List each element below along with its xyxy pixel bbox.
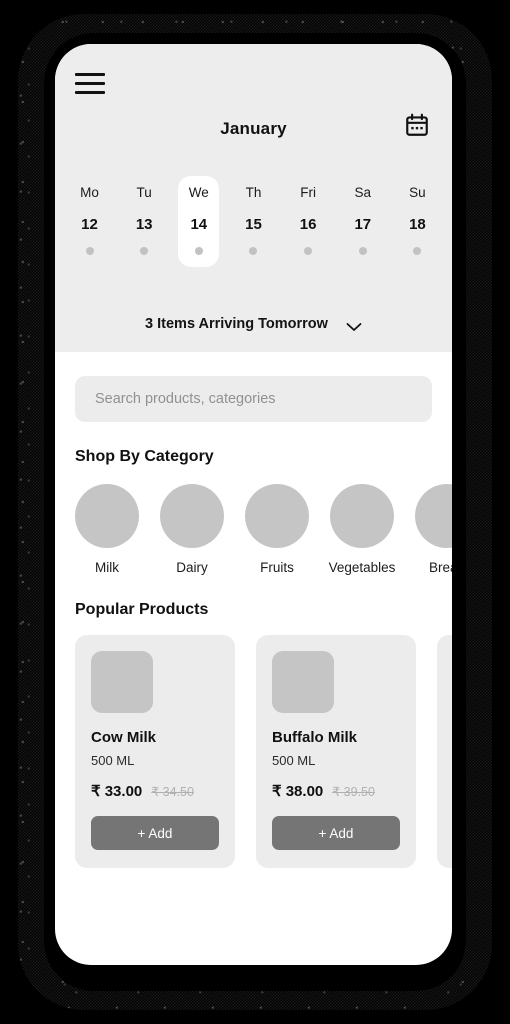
day-cell-sa[interactable]: Sa 17 xyxy=(342,176,383,267)
day-name: Tu xyxy=(136,185,152,200)
category-label: Dairy xyxy=(176,560,208,575)
app-header: January Mo 12 Tu 13 We 14 Th 15 Fri 16 S… xyxy=(55,44,452,352)
day-dot xyxy=(194,247,203,255)
day-number: 15 xyxy=(245,216,262,233)
day-cell-tu[interactable]: Tu 13 xyxy=(124,176,165,267)
category-item-fruits[interactable]: Fruits xyxy=(245,484,309,575)
category-label: Vegetables xyxy=(328,560,396,575)
day-number: 18 xyxy=(409,216,426,233)
month-title: January xyxy=(220,119,287,138)
week-day-strip: Mo 12 Tu 13 We 14 Th 15 Fri 16 Sa 17 Su … xyxy=(69,176,438,267)
popular-products-title: Popular Products xyxy=(75,601,209,618)
category-item-bread[interactable]: Bread xyxy=(415,484,452,575)
product-price-row: ₹ 38.00 ₹ 39.50 xyxy=(272,782,400,800)
day-dot xyxy=(304,247,313,255)
day-cell-we-selected[interactable]: We 14 xyxy=(178,176,220,267)
app-screen: January Mo 12 Tu 13 We 14 Th 15 Fri 16 S… xyxy=(55,44,452,965)
phone-frame: January Mo 12 Tu 13 We 14 Th 15 Fri 16 S… xyxy=(0,0,510,1024)
day-name: We xyxy=(188,185,209,200)
hamburger-bar-3 xyxy=(75,90,105,94)
product-list[interactable]: Cow Milk 500 ML ₹ 33.00 ₹ 34.50 + Add Bu… xyxy=(55,619,452,868)
product-card-cow-milk[interactable]: Cow Milk 500 ML ₹ 33.00 ₹ 34.50 + Add xyxy=(75,635,235,868)
category-image-placeholder xyxy=(245,484,309,548)
day-cell-su[interactable]: Su 18 xyxy=(397,176,438,267)
category-image-placeholder xyxy=(75,484,139,548)
day-number: 17 xyxy=(354,216,372,233)
day-name: Su xyxy=(409,185,426,200)
product-price-row: ₹ 33.00 ₹ 34.50 xyxy=(91,782,219,800)
arriving-items-label: 3 Items Arriving Tomorrow xyxy=(145,316,328,332)
product-name: Buffalo Milk xyxy=(272,729,357,746)
hamburger-menu-icon[interactable] xyxy=(75,66,111,100)
day-dot xyxy=(140,247,149,255)
calendar-icon[interactable] xyxy=(404,112,430,138)
day-number: 12 xyxy=(81,216,98,233)
hamburger-bar-1 xyxy=(75,72,105,76)
category-label: Fruits xyxy=(260,560,294,575)
product-image-placeholder xyxy=(272,651,334,713)
product-card-partial[interactable]: + Add xyxy=(437,635,452,868)
month-header: January xyxy=(55,112,452,146)
product-card-buffalo-milk[interactable]: Buffalo Milk 500 ML ₹ 38.00 ₹ 39.50 + Ad… xyxy=(256,635,416,868)
chevron-down-icon xyxy=(346,319,362,331)
day-name: Sa xyxy=(354,185,372,200)
day-dot xyxy=(358,247,367,255)
product-price: ₹ 38.00 xyxy=(272,783,324,800)
category-label: Milk xyxy=(95,560,119,575)
shop-by-category-title: Shop By Category xyxy=(75,448,214,465)
search-bar[interactable] xyxy=(75,376,432,422)
day-dot xyxy=(85,247,94,255)
day-name: Fri xyxy=(300,185,316,200)
category-image-placeholder xyxy=(330,484,394,548)
day-dot xyxy=(249,247,258,255)
product-old-price: ₹ 34.50 xyxy=(151,785,194,799)
day-cell-mo[interactable]: Mo 12 xyxy=(69,176,110,267)
product-size: 500 ML xyxy=(272,753,316,768)
day-cell-fri[interactable]: Fri 16 xyxy=(288,176,329,267)
day-number: 13 xyxy=(135,216,153,233)
app-body: Shop By Category Milk Dairy Fruits Veget… xyxy=(55,376,452,868)
day-name: Th xyxy=(245,185,262,200)
day-name: Mo xyxy=(80,185,99,200)
product-image-placeholder xyxy=(91,651,153,713)
product-price: ₹ 33.00 xyxy=(91,783,143,800)
day-cell-th[interactable]: Th 15 xyxy=(233,176,274,267)
category-item-dairy[interactable]: Dairy xyxy=(160,484,224,575)
category-item-milk[interactable]: Milk xyxy=(75,484,139,575)
day-number: 14 xyxy=(190,216,208,233)
arriving-items-toggle[interactable]: 3 Items Arriving Tomorrow xyxy=(55,316,452,332)
product-old-price: ₹ 39.50 xyxy=(332,785,375,799)
product-size: 500 ML xyxy=(91,753,135,768)
hamburger-bar-2 xyxy=(75,81,105,85)
category-label: Bread xyxy=(428,560,452,575)
product-name: Cow Milk xyxy=(91,729,157,746)
add-to-cart-button[interactable]: + Add xyxy=(272,816,400,850)
category-image-placeholder xyxy=(415,484,452,548)
add-to-cart-button[interactable]: + Add xyxy=(91,816,219,850)
day-number: 16 xyxy=(299,216,317,233)
category-image-placeholder xyxy=(160,484,224,548)
day-dot xyxy=(413,247,422,255)
category-item-vegetables[interactable]: Vegetables xyxy=(328,484,396,575)
search-input[interactable] xyxy=(93,390,414,408)
category-list[interactable]: Milk Dairy Fruits Vegetables Bread xyxy=(55,466,452,575)
